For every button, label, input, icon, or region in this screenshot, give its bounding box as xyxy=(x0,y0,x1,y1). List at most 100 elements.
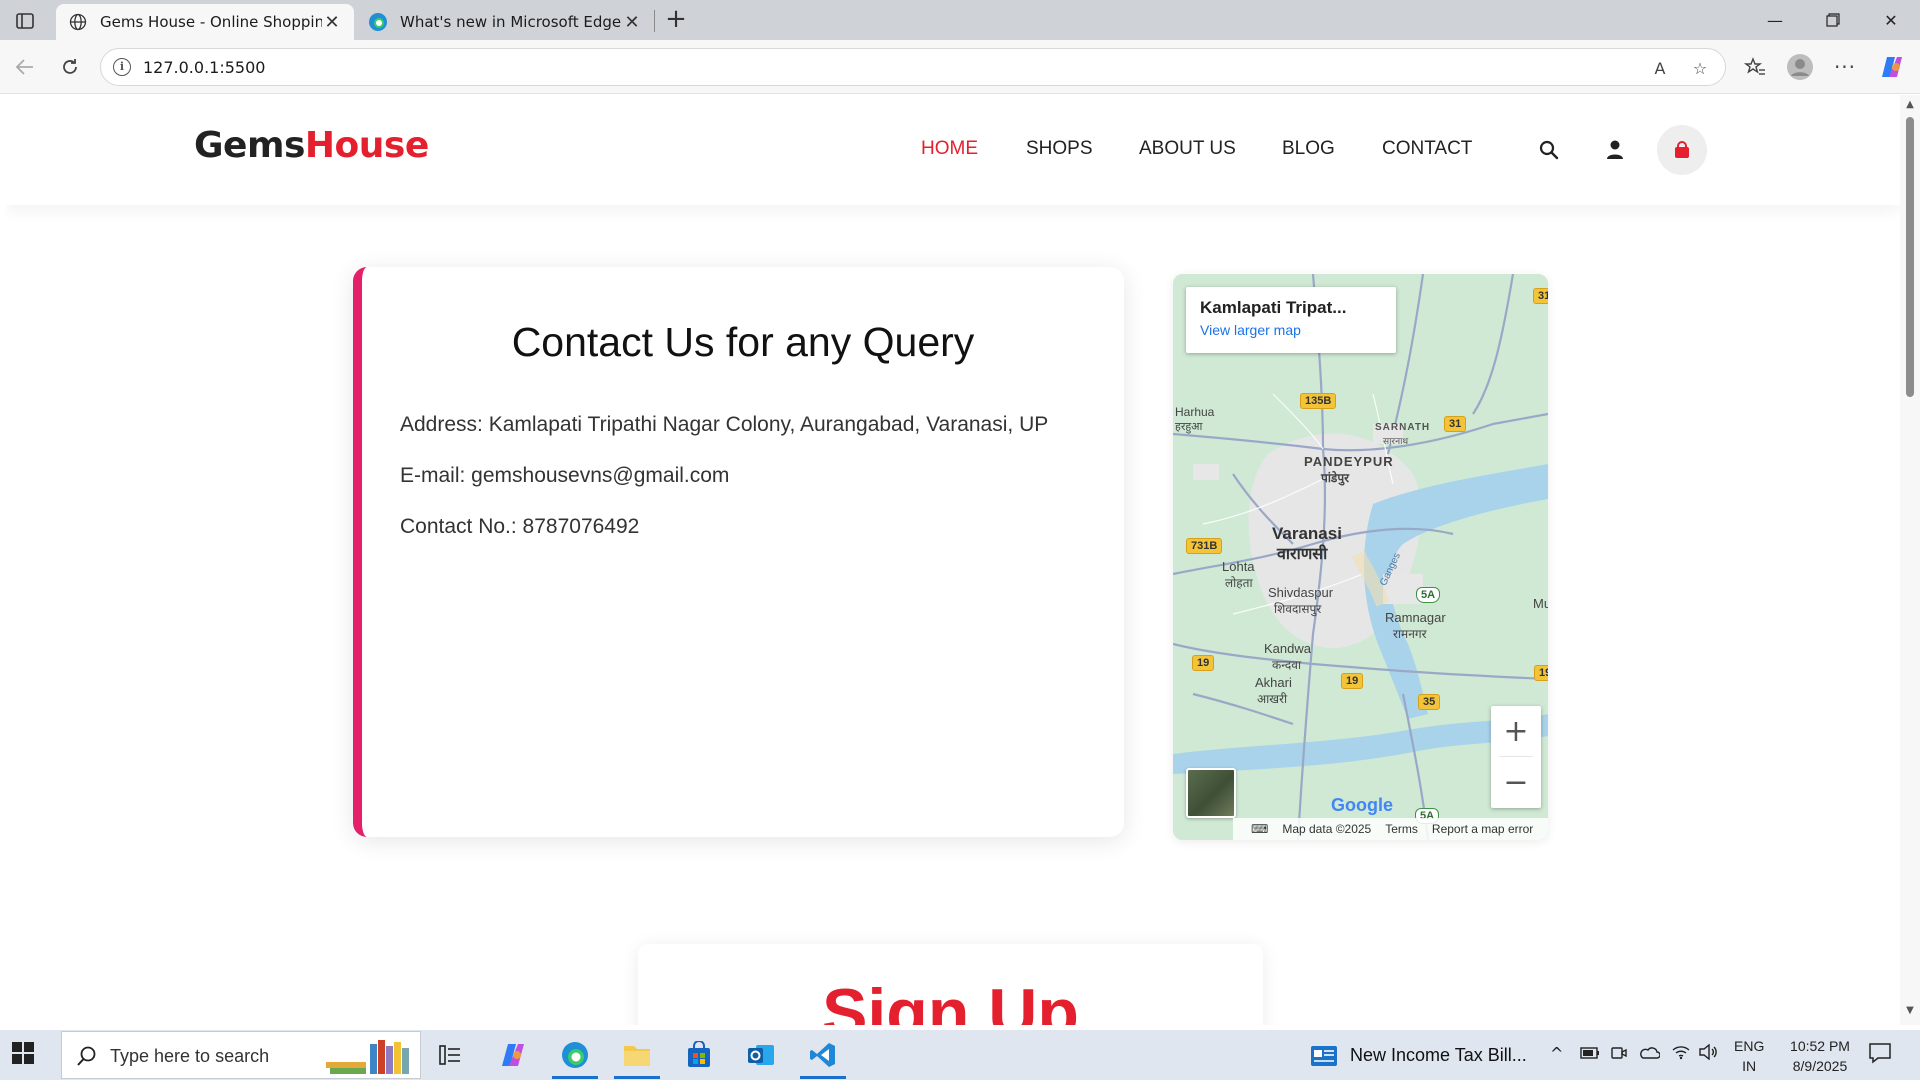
clock-time: 10:52 PM xyxy=(1790,1038,1850,1054)
contact-email: E-mail: gemshousevns@gmail.com xyxy=(400,464,730,487)
favorite-star-icon[interactable]: ☆ xyxy=(1689,57,1711,79)
map-label: हरहुआ xyxy=(1175,421,1203,433)
read-aloud-icon[interactable]: A xyxy=(1649,57,1671,79)
report-map-error-link[interactable]: Report a map error xyxy=(1432,822,1533,836)
user-icon[interactable] xyxy=(1600,135,1630,165)
nav-blog[interactable]: BLOG xyxy=(1282,138,1335,160)
restore-icon[interactable] xyxy=(1804,0,1862,40)
cart-bag-icon[interactable] xyxy=(1657,125,1707,175)
nav-contact[interactable]: CONTACT xyxy=(1382,138,1472,160)
map-place-card: Kamlapati Tripat... View larger map xyxy=(1186,287,1396,353)
notification-center-icon[interactable] xyxy=(1868,1042,1892,1068)
microsoft-store-icon[interactable] xyxy=(682,1038,716,1072)
onedrive-icon[interactable] xyxy=(1638,1044,1661,1063)
task-view-icon[interactable] xyxy=(433,1038,467,1072)
url-text: 127.0.0.1:5500 xyxy=(143,58,266,77)
show-hidden-icons-icon[interactable]: ^ xyxy=(1550,1044,1563,1063)
page-scrollbar[interactable]: ▲ ▼ xyxy=(1900,95,1920,1025)
file-explorer-icon[interactable] xyxy=(614,1038,660,1079)
search-icon xyxy=(77,1046,96,1066)
keyboard-icon[interactable]: ⌨ xyxy=(1251,822,1268,836)
map-label: वाराणसी xyxy=(1277,546,1328,563)
embedded-map[interactable]: Harhua हरहुआ SARNATH सारनाथ PANDEYPUR पा… xyxy=(1173,274,1548,840)
map-attribution: ⌨ Map data ©2025 Terms Report a map erro… xyxy=(1233,818,1548,840)
highway-shield: 19 xyxy=(1341,673,1364,689)
google-logo: Google xyxy=(1331,795,1393,815)
scroll-down-icon[interactable]: ▼ xyxy=(1904,1005,1916,1016)
browser-toolbar: i 127.0.0.1:5500 A ☆ ··· xyxy=(0,40,1920,94)
vscode-icon[interactable] xyxy=(800,1038,846,1079)
profile-avatar-icon[interactable] xyxy=(1785,52,1815,82)
tab-actions-icon[interactable] xyxy=(10,8,40,34)
zoom-out-icon[interactable]: − xyxy=(1491,757,1541,807)
teams-meet-icon[interactable] xyxy=(1610,1044,1628,1066)
map-label: Harhua xyxy=(1175,405,1215,419)
tab-edge-whats-new[interactable]: What's new in Microsoft Edge ✕ xyxy=(356,4,654,40)
terms-link[interactable]: Terms xyxy=(1385,822,1418,836)
tab-gems-house[interactable]: Gems House - Online Shopping W ✕ xyxy=(56,4,354,40)
copilot-icon[interactable] xyxy=(1877,52,1907,82)
map-label: Mu xyxy=(1533,596,1548,611)
language-indicator[interactable]: ENG IN xyxy=(1734,1036,1764,1076)
map-label: SARNATH xyxy=(1375,422,1431,433)
contact-title: Contact Us for any Query xyxy=(511,319,975,365)
site-info-icon[interactable]: i xyxy=(113,58,131,76)
highway-shield: 5A xyxy=(1416,587,1441,603)
battery-icon[interactable] xyxy=(1580,1044,1600,1063)
tab-strip: Gems House - Online Shopping W ✕ What's … xyxy=(0,0,1920,40)
map-label: सारनाथ xyxy=(1383,436,1409,446)
highway-shield: 31 xyxy=(1533,288,1548,304)
taskbar-search-box[interactable]: Type here to search xyxy=(61,1031,421,1079)
windows-start-icon[interactable] xyxy=(10,1040,40,1070)
site-logo[interactable]: GemsHouse xyxy=(194,125,429,166)
map-label: कन्दवा xyxy=(1272,658,1302,672)
map-label: पांडेपुर xyxy=(1321,471,1350,485)
more-options-icon[interactable]: ··· xyxy=(1830,52,1860,82)
favorites-icon[interactable] xyxy=(1740,52,1770,82)
nav-home[interactable]: HOME xyxy=(921,138,978,160)
search-icon[interactable] xyxy=(1534,135,1564,165)
close-window-icon[interactable]: ✕ xyxy=(1862,0,1920,40)
map-place-name: Kamlapati Tripat... xyxy=(1200,298,1347,317)
edge-icon xyxy=(368,12,388,32)
copilot-icon[interactable] xyxy=(496,1038,530,1072)
view-larger-map-link[interactable]: View larger map xyxy=(1200,322,1382,338)
close-tab-icon[interactable]: ✕ xyxy=(622,12,642,33)
nav-shops[interactable]: SHOPS xyxy=(1026,138,1093,160)
map-label: Shivdaspur xyxy=(1268,585,1334,600)
nav-about-us[interactable]: ABOUT US xyxy=(1139,138,1236,160)
news-widget-icon[interactable] xyxy=(1310,1044,1338,1068)
map-label: Ramnagar xyxy=(1385,610,1446,625)
highway-shield: 135B xyxy=(1300,393,1337,409)
edge-browser-icon[interactable] xyxy=(552,1038,598,1079)
map-data-label: Map data ©2025 xyxy=(1282,822,1372,836)
map-label: Lohta xyxy=(1222,559,1255,574)
contact-address: Address: Kamlapati Tripathi Nagar Colony… xyxy=(400,413,1049,436)
volume-icon[interactable] xyxy=(1698,1043,1718,1064)
contact-phone: Contact No.: 8787076492 xyxy=(400,515,640,538)
scroll-thumb[interactable] xyxy=(1906,117,1914,397)
close-tab-icon[interactable]: ✕ xyxy=(322,12,342,33)
tab-title: What's new in Microsoft Edge xyxy=(400,13,622,31)
windows-taskbar: Type here to search New Income Tax Bill.… xyxy=(0,1030,1920,1080)
highway-shield: 31 xyxy=(1444,416,1467,432)
refresh-icon[interactable] xyxy=(55,52,85,82)
scroll-up-icon[interactable]: ▲ xyxy=(1904,99,1916,110)
map-label: आखरी xyxy=(1257,692,1288,706)
system-clock[interactable]: 10:52 PM 8/9/2025 xyxy=(1780,1036,1860,1076)
contact-card: Contact Us for any Query Address: Kamlap… xyxy=(353,267,1124,837)
tab-title: Gems House - Online Shopping W xyxy=(100,13,322,31)
new-tab-icon[interactable]: + xyxy=(662,6,690,34)
minimize-icon[interactable]: — xyxy=(1746,0,1804,40)
tab-divider xyxy=(654,10,655,32)
zoom-in-icon[interactable]: + xyxy=(1491,706,1541,756)
site-header: GemsHouse HOME SHOPS ABOUT US BLOG CONTA… xyxy=(6,95,1900,205)
map-label: PANDEYPUR xyxy=(1304,454,1394,469)
map-zoom-control: + − xyxy=(1491,706,1541,808)
satellite-toggle-button[interactable] xyxy=(1186,768,1236,818)
address-bar[interactable]: i 127.0.0.1:5500 A ☆ xyxy=(100,48,1726,86)
news-headline[interactable]: New Income Tax Bill... xyxy=(1350,1045,1527,1066)
outlook-icon[interactable] xyxy=(744,1038,778,1072)
wifi-icon[interactable] xyxy=(1672,1044,1690,1064)
back-icon[interactable] xyxy=(10,52,40,82)
